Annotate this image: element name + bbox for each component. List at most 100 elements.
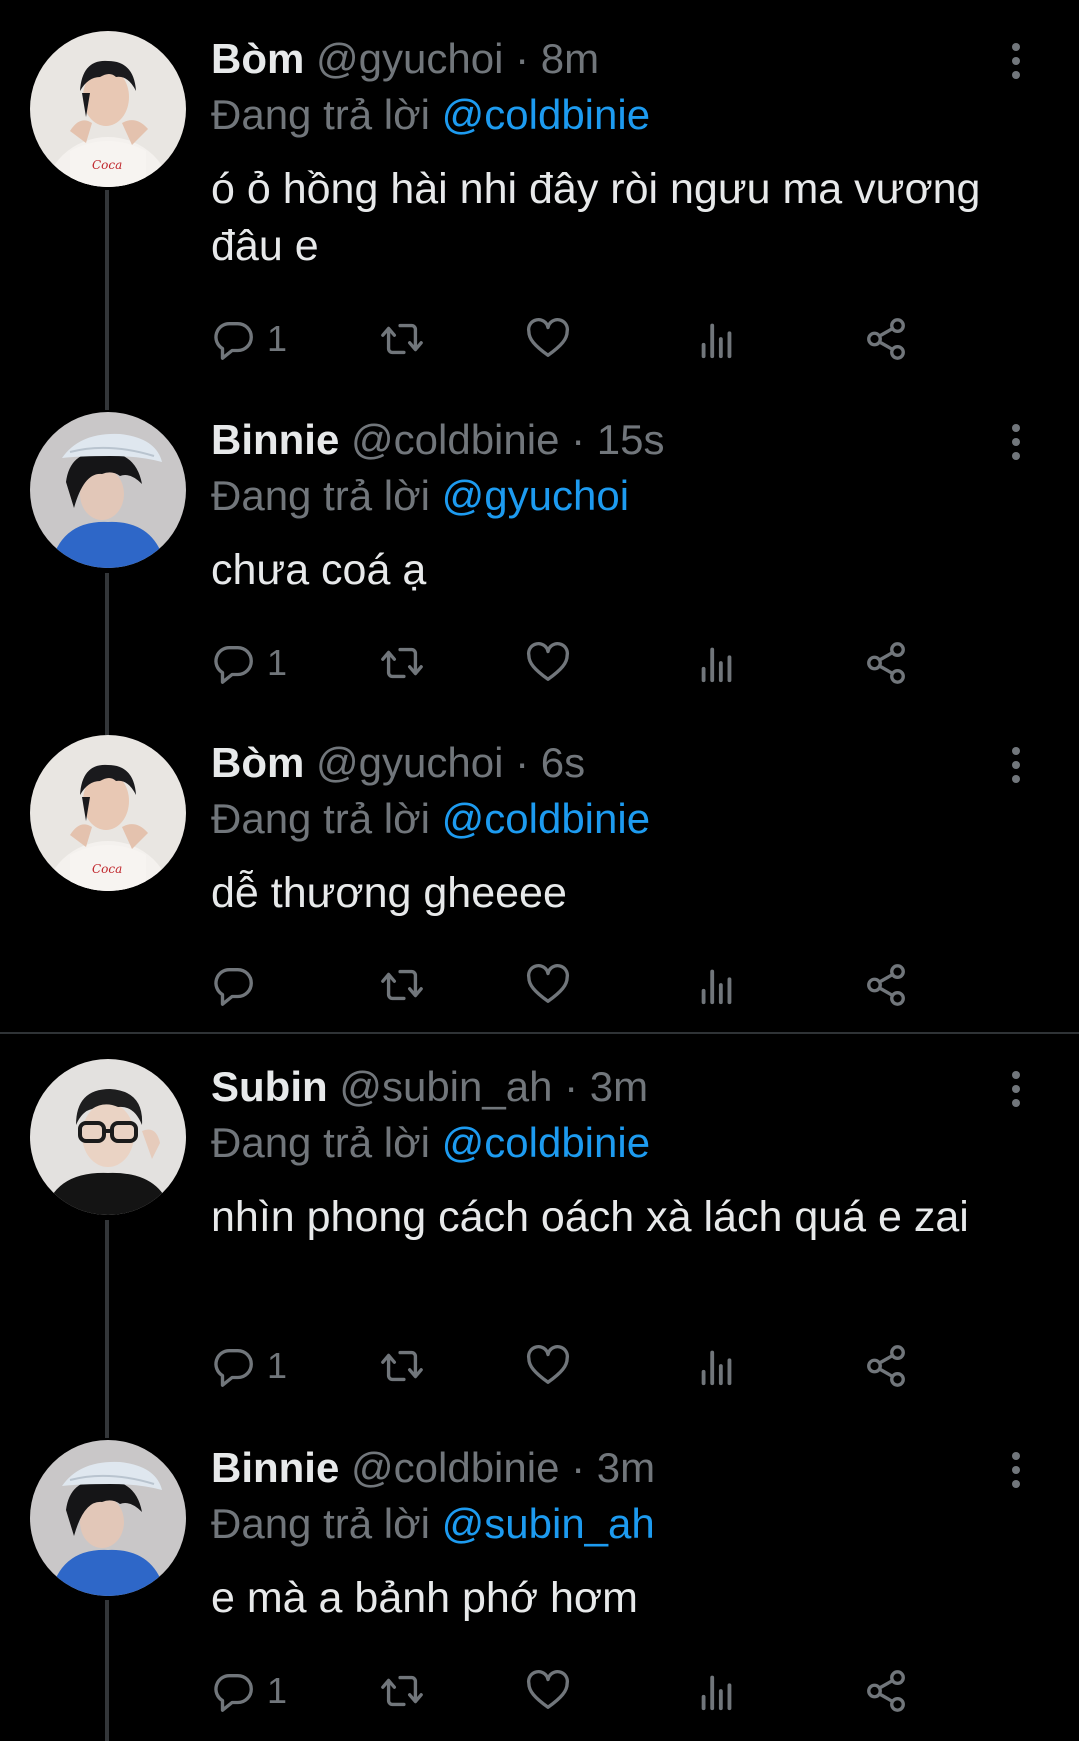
views-button[interactable] [694,1666,740,1716]
avatar[interactable] [30,1059,186,1215]
mention-link[interactable]: @coldbinie [442,795,650,842]
action-bar: 1 [211,638,1031,688]
like-button[interactable] [525,638,571,688]
tweet-text: ó ỏ hồng hài nhi đây ròi ngưu ma vương đ… [211,165,993,270]
like-button[interactable] [525,1666,571,1716]
tweet[interactable]: Binnie @coldbinie · 3m Đang trả lời @sub… [0,1440,1079,1741]
views-icon [701,969,732,1005]
retweet-icon [381,969,423,1001]
retweet-button[interactable] [379,1341,425,1391]
views-icon [701,1350,732,1386]
share-button[interactable] [863,1341,909,1391]
mention-link[interactable]: @subin_ah [442,1500,655,1547]
reply-button[interactable]: 1 [211,1341,287,1391]
more-icon[interactable] [1001,41,1031,81]
display-name[interactable]: Bòm [211,739,304,786]
avatar-image [30,1059,186,1215]
handle[interactable]: @coldbinie [351,416,559,463]
tweet[interactable]: Coca Bòm @gyuchoi · 8m Đang trả lời @col… [0,31,1079,391]
reply-button[interactable]: 1 [211,638,287,688]
heart-icon [526,963,570,1003]
tweet-header: Binnie @coldbinie · 3m [211,1440,655,1496]
display-name[interactable]: Subin [211,1063,328,1110]
handle[interactable]: @coldbinie [351,1444,559,1491]
avatar[interactable]: Coca [30,31,186,187]
tweet[interactable]: Subin @subin_ah · 3m Đang trả lời @coldb… [0,1059,1079,1419]
mention-link[interactable]: @coldbinie [442,1119,650,1166]
timestamp[interactable]: · 3m [564,1063,648,1110]
tweet-header: Bòm @gyuchoi · 6s [211,735,585,791]
share-icon [867,318,905,360]
views-button[interactable] [694,1341,740,1391]
views-button[interactable] [694,638,740,688]
display-name[interactable]: Binnie [211,1444,339,1491]
avatar[interactable] [30,1440,186,1596]
action-bar: 1 [211,1666,1031,1716]
reply-button[interactable]: 1 [211,1666,287,1716]
replying-to: Đang trả lời @subin_ah [211,1496,655,1552]
more-icon[interactable] [1001,745,1031,785]
timestamp[interactable]: · 6s [515,739,585,786]
tweet-text: e mà a bảnh phớ hơm [211,1574,638,1622]
views-icon [701,323,732,359]
mention-link[interactable]: @gyuchoi [442,472,629,519]
reply-icon [214,967,253,1006]
more-icon[interactable] [1001,1450,1031,1490]
views-icon [701,1675,732,1711]
share-button[interactable] [863,1666,909,1716]
tweet[interactable]: Binnie @coldbinie · 15s Đang trả lời @gy… [0,412,1079,712]
tweet-header: Bòm @gyuchoi · 8m [211,31,599,87]
like-button[interactable] [525,960,571,1010]
replying-to-label: Đang trả lời [211,795,430,842]
reply-icon [214,321,253,360]
heart-icon [526,317,570,357]
share-button[interactable] [863,960,909,1010]
avatar-image: Coca [30,31,186,187]
like-button[interactable] [525,314,571,364]
heart-icon [526,641,570,681]
svg-text:Coca: Coca [92,862,122,876]
tweet-header: Binnie @coldbinie · 15s [211,412,664,468]
retweet-button[interactable] [379,314,425,364]
timestamp[interactable]: · 3m [571,1444,655,1491]
views-icon [701,647,732,683]
reply-icon [214,1673,253,1712]
retweet-button[interactable] [379,638,425,688]
share-icon [867,642,905,684]
avatar-image: Coca [30,735,186,891]
retweet-button[interactable] [379,960,425,1010]
avatar-image [30,1440,186,1596]
divider [0,1032,1079,1034]
mention-link[interactable]: @coldbinie [442,91,650,138]
handle[interactable]: @subin_ah [339,1063,552,1110]
retweet-icon [381,1350,423,1382]
more-icon[interactable] [1001,422,1031,462]
like-button[interactable] [525,1341,571,1391]
tweet-text: nhìn phong cách oách xà lách quá e zai [211,1193,969,1241]
tweet[interactable]: Coca Bòm @gyuchoi · 6s Đang trả lời @col… [0,735,1079,1025]
reply-button[interactable]: 1 [211,314,287,364]
handle[interactable]: @gyuchoi [316,739,503,786]
share-button[interactable] [863,314,909,364]
retweet-button[interactable] [379,1666,425,1716]
handle[interactable]: @gyuchoi [316,35,503,82]
avatar[interactable] [30,412,186,568]
retweet-icon [381,647,423,679]
retweet-icon [381,1675,423,1707]
reply-icon [214,645,253,684]
reply-button[interactable] [211,960,267,1010]
reply-icon [214,1348,253,1387]
views-button[interactable] [694,314,740,364]
avatar-image [30,412,186,568]
avatar[interactable]: Coca [30,735,186,891]
views-button[interactable] [694,960,740,1010]
reply-count: 1 [267,318,288,359]
more-icon[interactable] [1001,1069,1031,1109]
display-name[interactable]: Bòm [211,35,304,82]
heart-icon [526,1669,570,1709]
timestamp[interactable]: · 8m [515,35,599,82]
display-name[interactable]: Binnie [211,416,339,463]
timestamp[interactable]: · 15s [571,416,664,463]
replying-to-label: Đang trả lời [211,472,430,519]
share-button[interactable] [863,638,909,688]
